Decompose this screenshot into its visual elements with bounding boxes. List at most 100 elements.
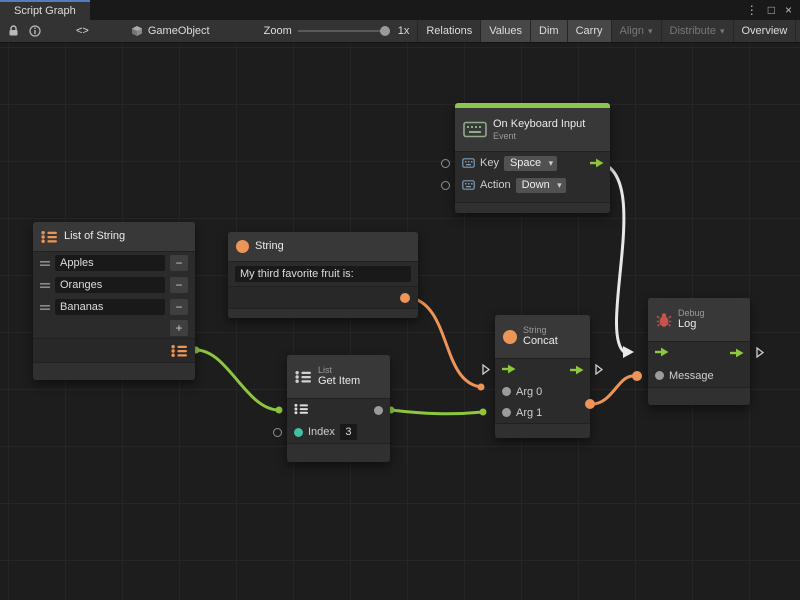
drag-handle-icon[interactable] bbox=[40, 260, 50, 267]
node-debug-log[interactable]: Debug Log Message bbox=[648, 298, 750, 405]
zoom-slider-handle[interactable] bbox=[380, 26, 390, 36]
dim-toggle[interactable]: Dim bbox=[530, 20, 567, 43]
unconnected-value-port[interactable] bbox=[273, 428, 282, 437]
drag-handle-icon[interactable] bbox=[40, 304, 50, 311]
node-footer bbox=[33, 362, 195, 380]
node-category: Debug bbox=[678, 308, 705, 318]
arg1-input-port[interactable] bbox=[502, 408, 511, 417]
list-item-field[interactable]: Apples bbox=[55, 255, 165, 271]
zoom-value: 1x bbox=[396, 20, 418, 43]
flow-arrow-icon bbox=[655, 347, 669, 357]
unconnected-flow-indicator bbox=[482, 364, 490, 378]
list-output-port[interactable] bbox=[171, 344, 188, 361]
action-label: Action bbox=[480, 179, 511, 191]
result-output-port[interactable] bbox=[585, 399, 595, 409]
value-input-port[interactable] bbox=[441, 159, 450, 168]
node-category: String bbox=[523, 325, 558, 335]
wire-endpoint-dot bbox=[632, 371, 642, 381]
node-title: On Keyboard Input bbox=[493, 118, 585, 131]
node-string-literal[interactable]: String My third favorite fruit is: bbox=[228, 232, 418, 318]
index-label: Index bbox=[308, 426, 335, 438]
string-type-icon bbox=[236, 240, 249, 253]
list-item-field[interactable]: Bananas bbox=[55, 299, 165, 315]
distribute-dropdown[interactable]: Distribute bbox=[661, 20, 733, 43]
info-icon bbox=[29, 25, 41, 37]
gameobject-label: GameObject bbox=[148, 25, 210, 37]
node-title: List of String bbox=[64, 230, 125, 243]
list-icon bbox=[171, 344, 188, 358]
flow-input-port[interactable] bbox=[502, 364, 516, 377]
arg0-label: Arg 0 bbox=[516, 386, 542, 398]
zoom-label: Zoom bbox=[256, 20, 292, 43]
lock-button[interactable] bbox=[3, 20, 24, 43]
node-subtitle: Event bbox=[493, 131, 585, 141]
code-preview-button[interactable]: <> bbox=[68, 20, 97, 43]
drag-handle-icon[interactable] bbox=[40, 282, 50, 289]
message-label: Message bbox=[669, 370, 714, 382]
maximize-icon[interactable]: □ bbox=[768, 3, 775, 17]
message-input-port[interactable] bbox=[655, 371, 664, 380]
action-dropdown[interactable]: Down bbox=[516, 178, 566, 193]
node-concat[interactable]: String Concat Arg 0 Arg 1 bbox=[495, 315, 590, 438]
action-type-icon bbox=[462, 180, 475, 190]
window-controls: ⋮ □ × bbox=[746, 0, 800, 20]
zoom-slider[interactable] bbox=[298, 30, 390, 32]
flow-input-port[interactable] bbox=[655, 347, 669, 360]
unconnected-flow-indicator bbox=[756, 347, 764, 361]
unconnected-flow-indicator bbox=[595, 364, 603, 378]
node-footer bbox=[648, 387, 750, 405]
carry-toggle[interactable]: Carry bbox=[567, 20, 611, 43]
flow-output-port[interactable] bbox=[570, 365, 584, 378]
tab-script-graph[interactable]: Script Graph bbox=[0, 0, 90, 20]
align-dropdown[interactable]: Align bbox=[611, 20, 661, 43]
value-input-port[interactable] bbox=[441, 181, 450, 190]
node-title: String bbox=[255, 240, 284, 253]
list-item-field[interactable]: Oranges bbox=[55, 277, 165, 293]
list-icon bbox=[295, 370, 312, 384]
remove-item-button[interactable]: − bbox=[170, 255, 188, 271]
node-list-of-string[interactable]: List of String Apples − Oranges − Banana… bbox=[33, 222, 195, 380]
flow-arrow-icon bbox=[570, 365, 584, 375]
index-input-port[interactable] bbox=[294, 428, 303, 437]
relations-toggle[interactable]: Relations bbox=[417, 20, 480, 43]
node-title: Log bbox=[678, 318, 705, 331]
window-menu-icon[interactable]: ⋮ bbox=[746, 3, 758, 17]
key-dropdown[interactable]: Space bbox=[504, 156, 557, 171]
list-icon bbox=[41, 230, 58, 244]
add-item-button[interactable]: + bbox=[170, 320, 188, 336]
node-title: Concat bbox=[523, 335, 558, 348]
index-value-field[interactable]: 3 bbox=[340, 424, 357, 440]
keyboard-icon bbox=[463, 121, 487, 138]
list-icon bbox=[294, 403, 309, 415]
flow-output-port[interactable] bbox=[730, 348, 744, 361]
info-button[interactable] bbox=[24, 20, 46, 43]
item-output-port[interactable] bbox=[374, 406, 383, 415]
flow-arrow-icon bbox=[730, 348, 744, 358]
lock-icon bbox=[8, 25, 19, 37]
node-footer bbox=[228, 308, 418, 318]
string-output-port[interactable] bbox=[400, 293, 410, 303]
flow-arrow-icon bbox=[502, 364, 516, 374]
list-input-port[interactable] bbox=[294, 403, 309, 418]
node-title: Get Item bbox=[318, 375, 360, 388]
overview-button[interactable]: Overview bbox=[733, 20, 796, 43]
values-toggle[interactable]: Values bbox=[480, 20, 530, 43]
node-footer bbox=[287, 443, 390, 462]
node-footer bbox=[495, 423, 590, 438]
remove-item-button[interactable]: − bbox=[170, 277, 188, 293]
node-category: List bbox=[318, 365, 360, 375]
node-get-item[interactable]: List Get Item Index 3 bbox=[287, 355, 390, 462]
code-icon: <> bbox=[76, 25, 89, 37]
remove-item-button[interactable]: − bbox=[170, 299, 188, 315]
flow-arrow-icon bbox=[590, 158, 604, 168]
close-icon[interactable]: × bbox=[785, 3, 792, 17]
fullscreen-button[interactable]: Full Screen bbox=[795, 20, 800, 43]
flow-output-port[interactable] bbox=[590, 158, 604, 171]
node-on-keyboard-input[interactable]: On Keyboard Input Event Key Space Action… bbox=[455, 103, 610, 213]
node-footer bbox=[455, 202, 610, 213]
arg0-input-port[interactable] bbox=[502, 387, 511, 396]
string-value-field[interactable]: My third favorite fruit is: bbox=[235, 266, 411, 282]
gameobject-target-button[interactable]: GameObject bbox=[123, 20, 218, 43]
key-label: Key bbox=[480, 157, 499, 169]
tab-title: Script Graph bbox=[14, 5, 76, 17]
